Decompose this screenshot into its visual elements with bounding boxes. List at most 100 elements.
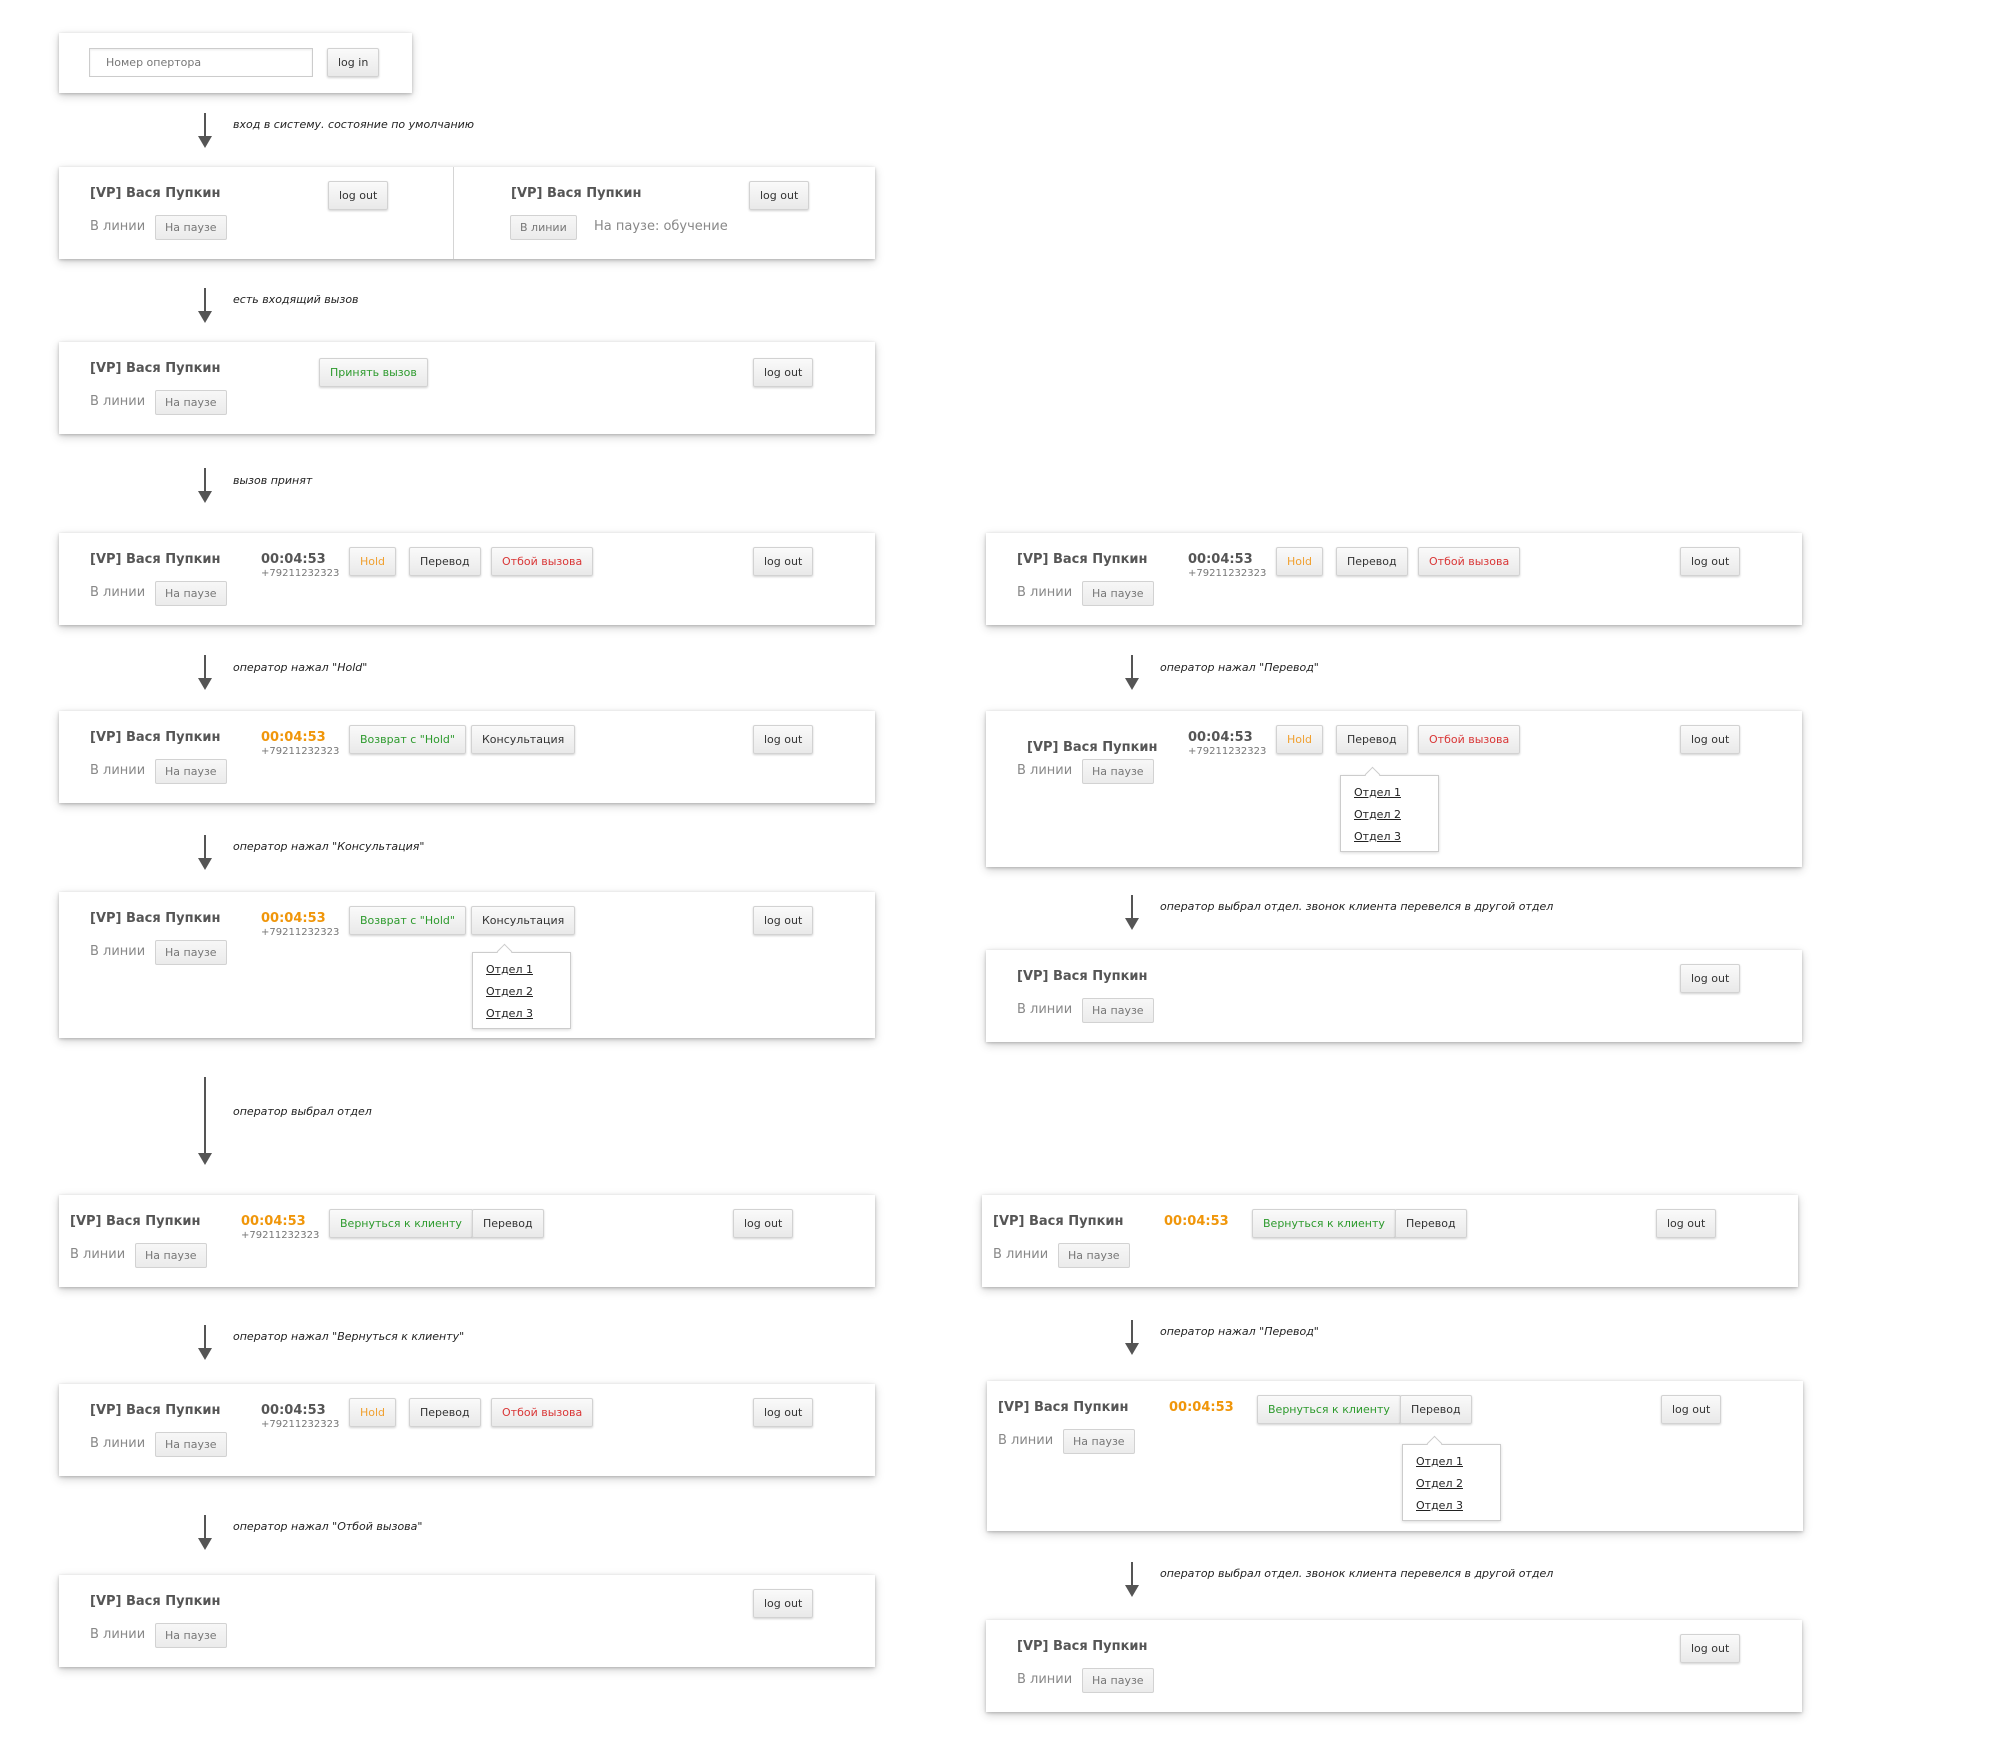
hold-button[interactable]: Hold bbox=[349, 547, 397, 576]
back-to-client-button[interactable]: Вернуться к клиенту bbox=[1252, 1209, 1396, 1238]
department-option[interactable]: Отдел 1 bbox=[1354, 782, 1438, 804]
status-online-label: В линии bbox=[90, 585, 146, 600]
return-from-hold-button[interactable]: Возврат с "Hold" bbox=[349, 906, 466, 935]
pause-button[interactable]: На паузе bbox=[155, 390, 227, 415]
status-online-label: В линии bbox=[90, 394, 146, 409]
hold-button[interactable]: Hold bbox=[349, 1398, 397, 1427]
department-option[interactable]: Отдел 2 bbox=[1416, 1473, 1500, 1495]
hangup-button[interactable]: Отбой вызова bbox=[491, 547, 594, 576]
call-timer: 00:04:53 bbox=[261, 1403, 326, 1418]
pause-button[interactable]: На паузе bbox=[155, 581, 227, 606]
logout-button[interactable]: log out bbox=[328, 181, 389, 210]
pause-button[interactable]: На паузе bbox=[155, 215, 227, 240]
status-online-label: В линии bbox=[1017, 1002, 1073, 1017]
pause-button[interactable]: На паузе bbox=[155, 1432, 227, 1457]
back-to-client-button[interactable]: Вернуться к клиенту bbox=[329, 1209, 473, 1238]
hangup-button[interactable]: Отбой вызова bbox=[1418, 547, 1521, 576]
logout-button[interactable]: log out bbox=[753, 358, 814, 387]
consult-button[interactable]: Консультация bbox=[471, 906, 576, 935]
logout-button[interactable]: log out bbox=[749, 181, 810, 210]
back-to-client-button[interactable]: Вернуться к клиенту bbox=[1257, 1395, 1401, 1424]
consulting-panel: [VP] Вася Пупкин 00:04:53 Вернуться к кл… bbox=[982, 1195, 1798, 1287]
department-option[interactable]: Отдел 1 bbox=[1416, 1451, 1500, 1473]
operator-name: [VP] Вася Пупкин bbox=[1017, 552, 1148, 567]
logout-button[interactable]: log out bbox=[1656, 1209, 1717, 1238]
incoming-call-panel: [VP] Вася Пупкин Принять вызов log out В… bbox=[59, 342, 875, 434]
department-option[interactable]: Отдел 2 bbox=[486, 981, 570, 1003]
consult-button[interactable]: Консультация bbox=[471, 725, 576, 754]
logout-button[interactable]: log out bbox=[753, 906, 814, 935]
flow-arrow bbox=[198, 1515, 212, 1550]
hangup-button[interactable]: Отбой вызова bbox=[491, 1398, 594, 1427]
pause-training-label: На паузе: обучение bbox=[594, 219, 728, 234]
pause-button[interactable]: На паузе bbox=[1063, 1429, 1135, 1454]
status-online-label: В линии bbox=[993, 1247, 1049, 1262]
transfer-button[interactable]: Перевод bbox=[1336, 547, 1408, 576]
call-timer: 00:04:53 bbox=[1169, 1400, 1234, 1415]
hangup-button[interactable]: Отбой вызова bbox=[1418, 725, 1521, 754]
flow-arrow bbox=[198, 288, 212, 323]
operator-name: [VP] Вася Пупкин bbox=[1027, 740, 1158, 755]
operator-name: [VP] Вася Пупкин bbox=[90, 361, 221, 376]
department-option[interactable]: Отдел 3 bbox=[1416, 1495, 1500, 1517]
logout-button[interactable]: log out bbox=[1680, 964, 1741, 993]
pause-button[interactable]: На паузе bbox=[1082, 998, 1154, 1023]
pause-button[interactable]: На паузе bbox=[1058, 1243, 1130, 1268]
flow-note: вызов принят bbox=[233, 474, 313, 487]
transfer-button[interactable]: Перевод bbox=[409, 547, 481, 576]
operator-name: [VP] Вася Пупкин bbox=[90, 911, 221, 926]
department-option[interactable]: Отдел 2 bbox=[1354, 804, 1438, 826]
caller-phone: +79211232323 bbox=[1188, 746, 1267, 757]
flow-note: оператор выбрал отдел. звонок клиента пе… bbox=[1160, 1567, 1554, 1580]
login-button[interactable]: log in bbox=[327, 48, 380, 77]
department-option[interactable]: Отдел 1 bbox=[486, 959, 570, 981]
operator-number-input[interactable] bbox=[89, 48, 313, 77]
operator-name: [VP] Вася Пупкин bbox=[90, 730, 221, 745]
pause-button[interactable]: На паузе bbox=[155, 759, 227, 784]
online-button[interactable]: В линии bbox=[510, 215, 577, 240]
department-dropdown: Отдел 1 Отдел 2 Отдел 3 bbox=[1340, 775, 1439, 852]
consulting-panel: [VP] Вася Пупкин 00:04:53 +79211232323 В… bbox=[59, 1195, 875, 1287]
department-dropdown: Отдел 1 Отдел 2 Отдел 3 bbox=[472, 952, 571, 1029]
operator-name: [VP] Вася Пупкин bbox=[90, 1403, 221, 1418]
logout-button[interactable]: log out bbox=[1680, 547, 1741, 576]
pause-button[interactable]: На паузе bbox=[135, 1243, 207, 1268]
pause-button[interactable]: На паузе bbox=[1082, 759, 1154, 784]
transfer-button[interactable]: Перевод bbox=[1336, 725, 1408, 754]
department-option[interactable]: Отдел 3 bbox=[486, 1003, 570, 1025]
logout-button[interactable]: log out bbox=[753, 1589, 814, 1618]
return-from-hold-button[interactable]: Возврат с "Hold" bbox=[349, 725, 466, 754]
pause-button[interactable]: На паузе bbox=[1082, 1668, 1154, 1693]
call-timer: 00:04:53 bbox=[1188, 552, 1253, 567]
logout-button[interactable]: log out bbox=[1661, 1395, 1722, 1424]
consult-menu-panel: [VP] Вася Пупкин 00:04:53 +79211232323 В… bbox=[59, 892, 875, 1038]
flow-note: оператор выбрал отдел bbox=[233, 1105, 372, 1118]
department-option[interactable]: Отдел 3 bbox=[1354, 826, 1438, 848]
transfer-button[interactable]: Перевод bbox=[472, 1209, 544, 1238]
flow-arrow bbox=[1125, 655, 1139, 690]
logout-button[interactable]: log out bbox=[753, 547, 814, 576]
call-active-panel: [VP] Вася Пупкин 00:04:53 +79211232323 H… bbox=[986, 533, 1802, 625]
logout-button[interactable]: log out bbox=[1680, 1634, 1741, 1663]
logout-button[interactable]: log out bbox=[1680, 725, 1741, 754]
logout-button[interactable]: log out bbox=[753, 1398, 814, 1427]
caller-phone: +79211232323 bbox=[261, 568, 340, 579]
transfer-button[interactable]: Перевод bbox=[409, 1398, 481, 1427]
transfer-button[interactable]: Перевод bbox=[1400, 1395, 1472, 1424]
status-online-label: В линии bbox=[90, 1627, 146, 1642]
accept-call-button[interactable]: Принять вызов bbox=[319, 358, 428, 387]
hold-button[interactable]: Hold bbox=[1276, 547, 1324, 576]
caller-phone: +79211232323 bbox=[1188, 568, 1267, 579]
hold-button[interactable]: Hold bbox=[1276, 725, 1324, 754]
logout-button[interactable]: log out bbox=[733, 1209, 794, 1238]
flow-arrow bbox=[198, 655, 212, 690]
flow-note: оператор нажал "Hold" bbox=[233, 661, 368, 674]
caller-phone: +79211232323 bbox=[241, 1230, 320, 1241]
logout-button[interactable]: log out bbox=[753, 725, 814, 754]
pause-button[interactable]: На паузе bbox=[155, 1623, 227, 1648]
login-panel: log in bbox=[59, 33, 412, 93]
pause-button[interactable]: На паузе bbox=[155, 940, 227, 965]
pause-button[interactable]: На паузе bbox=[1082, 581, 1154, 606]
transfer-button[interactable]: Перевод bbox=[1395, 1209, 1467, 1238]
status-online-label: В линии bbox=[1017, 585, 1073, 600]
